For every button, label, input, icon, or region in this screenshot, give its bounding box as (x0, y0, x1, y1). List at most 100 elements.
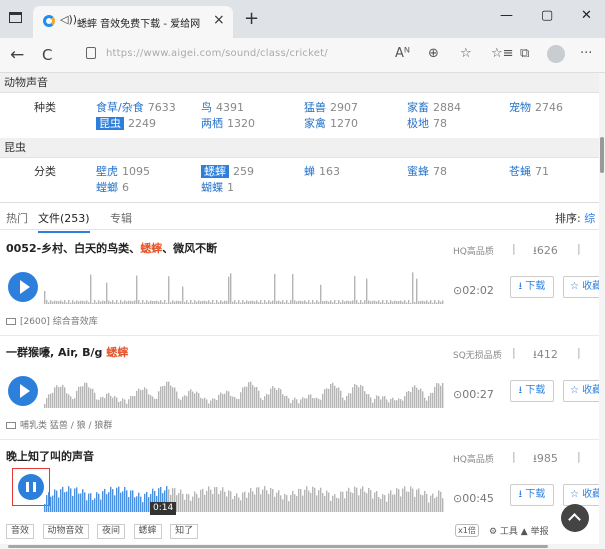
waveform[interactable] (44, 366, 444, 408)
waveform-bar (416, 489, 418, 512)
pause-button[interactable] (18, 474, 44, 500)
read-aloud-icon[interactable]: Aᴺ (395, 46, 410, 61)
waveform-bar (304, 398, 306, 408)
filter-option[interactable]: 蝴蝶 1 (201, 179, 234, 195)
filter-option[interactable]: 猛兽 2907 (304, 99, 358, 115)
waveform-bar (64, 387, 66, 408)
tag[interactable]: 知了 (170, 524, 199, 539)
filter-option[interactable]: 极地 78 (407, 115, 447, 131)
waveform-progress[interactable] (44, 470, 444, 512)
scrollbar-thumb[interactable] (8, 545, 548, 548)
horizontal-scrollbar[interactable] (0, 544, 599, 549)
filter-option[interactable]: 蝉 163 (304, 163, 340, 179)
sort-control[interactable]: 排序: 综 (555, 210, 595, 226)
filter-option[interactable]: 鸟 4391 (201, 99, 244, 115)
tab-title: 蟋蟀 音效免费下载 - 爱给网 (77, 19, 201, 30)
waveform-bar (152, 301, 154, 304)
tab-hot[interactable]: 热门 (6, 210, 28, 226)
waveform-bar (418, 301, 420, 304)
filter-option[interactable]: 两栖 1320 (201, 115, 255, 131)
sound-title[interactable]: 晚上知了叫的声音 (6, 448, 94, 464)
favorites-list-icon[interactable]: ☆≡ (491, 46, 514, 61)
tab-albums[interactable]: 专辑 (110, 210, 132, 226)
waveform-bar (224, 393, 226, 408)
waveform-bar (300, 399, 302, 408)
play-button[interactable] (8, 272, 38, 302)
speaker-icon[interactable]: ◁)) (60, 13, 77, 26)
waveform-bar (406, 302, 408, 304)
waveform-bar (410, 486, 412, 512)
waveform-bar (428, 396, 430, 408)
tag[interactable]: 动物音效 (42, 524, 89, 539)
playback-speed-select[interactable]: x1倍 (455, 524, 479, 537)
filter-option-selected[interactable]: 蟋蟀 259 (201, 163, 254, 179)
waveform-bar (194, 393, 196, 408)
scrollbar-thumb[interactable] (600, 137, 604, 173)
window-menu-icon[interactable] (9, 12, 22, 23)
waveform-bar (94, 392, 96, 408)
favorite-icon[interactable]: ☆ (460, 46, 472, 61)
avatar[interactable] (547, 45, 565, 63)
vertical-scrollbar[interactable] (599, 73, 605, 549)
waveform-bar (104, 301, 106, 304)
maximize-button[interactable]: ▢ (541, 8, 553, 23)
new-tab-button[interactable]: + (244, 8, 259, 29)
waveform-bar (372, 402, 374, 408)
filter-option[interactable]: 家畜 2884 (407, 99, 461, 115)
waveform-bar (194, 300, 196, 304)
waveform-bar (414, 496, 416, 512)
scroll-to-top-button[interactable] (561, 504, 589, 532)
filter-option[interactable]: 壁虎 1095 (96, 163, 150, 179)
zoom-icon[interactable]: ⊕ (428, 46, 439, 61)
waveform-bar (192, 496, 194, 512)
tab-files[interactable]: 文件(253) (38, 210, 90, 233)
back-icon[interactable]: ← (10, 45, 24, 65)
tools-menu[interactable]: ⚙ 工具 ▲ 举报 (489, 524, 549, 537)
waveform-bar (98, 399, 100, 408)
waveform-bar (44, 291, 46, 304)
category-path[interactable]: 哺乳类 猛兽 / 狼 / 狼群 (6, 418, 112, 431)
filter-option[interactable]: 家禽 1270 (304, 115, 358, 131)
waveform-bar (80, 493, 82, 512)
waveform-bar (64, 300, 66, 304)
download-button[interactable]: ⭳ 下载 (510, 276, 554, 298)
waveform-bar (226, 390, 228, 408)
tag[interactable]: 音效 (6, 524, 35, 539)
download-button[interactable]: ⭳ 下载 (510, 380, 554, 402)
waveform-bar (290, 403, 292, 408)
waveform-bar (370, 397, 372, 408)
filter-option[interactable]: 宠物 2746 (509, 99, 563, 115)
waveform-bar (108, 492, 110, 512)
filter-option[interactable]: 食草/杂食 7633 (96, 99, 176, 115)
filter-option[interactable]: 苍蝇 71 (509, 163, 549, 179)
more-icon[interactable]: ··· (580, 46, 592, 61)
play-button[interactable] (8, 376, 38, 406)
sound-title[interactable]: 一群猴嚎, Air, B/g 蟋蟀 (6, 344, 128, 360)
waveform-bar (132, 301, 134, 304)
waveform-bar (304, 300, 306, 304)
tab-close-icon[interactable]: × (213, 12, 225, 28)
waveform-bar (382, 300, 384, 304)
minimize-button[interactable]: — (500, 8, 513, 23)
filter-option[interactable]: 螳螂 6 (96, 179, 129, 195)
collections-icon[interactable]: ⧉ (520, 46, 529, 61)
url-text[interactable]: https://www.aigei.com/sound/class/cricke… (106, 48, 328, 59)
waveform-bar (406, 491, 408, 512)
refresh-icon[interactable]: C (42, 46, 52, 64)
waveform-bar (206, 301, 208, 304)
waveform-bar (344, 301, 346, 304)
browser-tab[interactable]: ◁)) 蟋蟀 音效免费下载 - 爱给网 × (33, 6, 233, 38)
waveform-bar (342, 491, 344, 512)
tag[interactable]: 夜间 (97, 524, 126, 539)
download-button[interactable]: ⭳ 下载 (510, 484, 554, 506)
tag[interactable]: 蟋蟀 (133, 524, 162, 539)
waveform-bar (322, 493, 324, 512)
library-link[interactable]: [2600] 综合音效库 (6, 314, 98, 327)
waveform[interactable] (44, 262, 444, 304)
close-window-button[interactable]: ✕ (581, 8, 592, 23)
filter-option-selected[interactable]: 昆虫 2249 (96, 115, 156, 131)
sound-title[interactable]: 0052-乡村、白天的鸟类、蟋蟀、微风不断 (6, 240, 217, 256)
waveform-bar (140, 302, 142, 304)
filter-option[interactable]: 蜜蜂 78 (407, 163, 447, 179)
waveform-bar (100, 499, 102, 512)
